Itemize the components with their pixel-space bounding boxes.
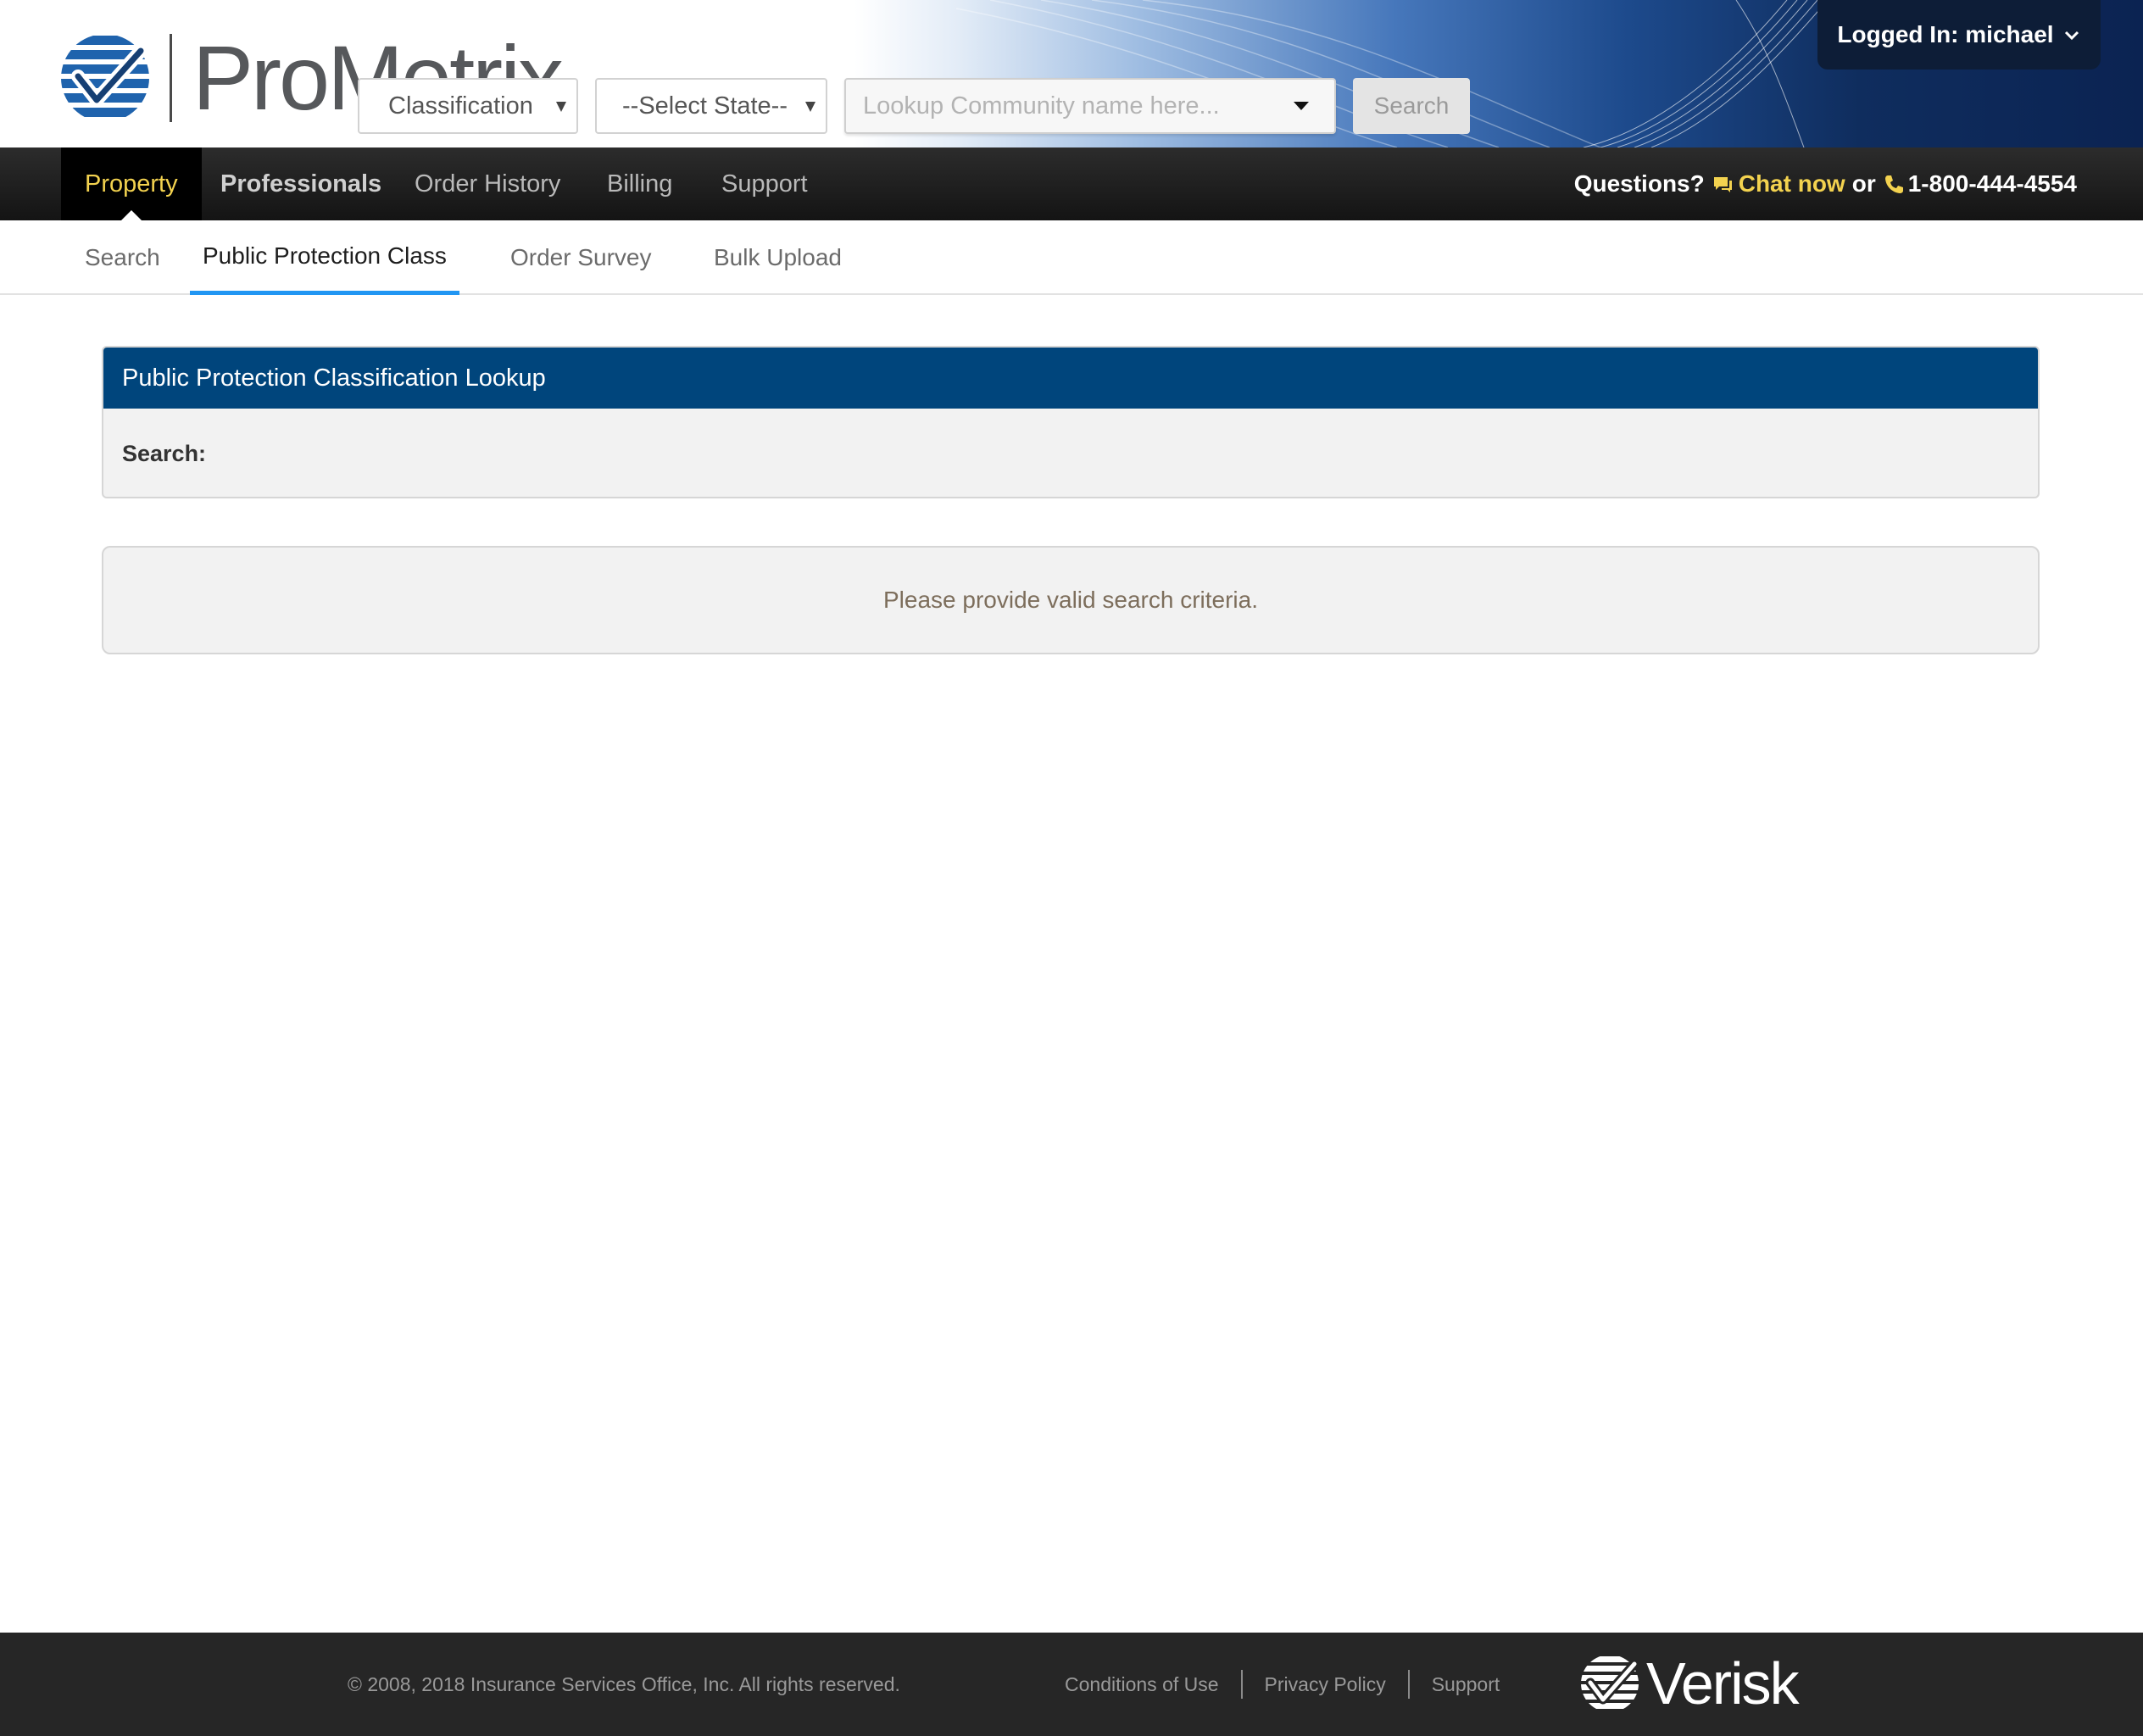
user-menu-button[interactable]: Logged In: michael [1817,0,2101,70]
verisk-brand-name: Verisk [1646,1650,1800,1717]
verisk-logo[interactable]: Verisk [1578,1650,1800,1717]
tab-label: Order Survey [510,244,652,270]
dropdown-arrow-icon [556,102,566,112]
footer-links: Conditions of Use Privacy Policy Support [1065,1633,1500,1736]
tab-bulk-upload[interactable]: Bulk Upload [714,220,842,295]
nav-item-label: Support [721,170,808,198]
user-menu-label: Logged In: michael [1837,21,2054,47]
phone-number[interactable]: 1-800-444-4554 [1883,170,2077,198]
footer-link-support[interactable]: Support [1432,1673,1500,1696]
nav-item-label: Property [85,170,178,198]
footer-divider [1240,1670,1243,1699]
tab-label: Search [85,244,160,270]
tab-order-survey[interactable]: Order Survey [510,220,652,295]
nav-item-support[interactable]: Support [721,147,808,220]
search-label: Search: [122,440,207,466]
validation-message: Please provide valid search criteria. [102,546,2040,654]
tab-label: Public Protection Class [203,242,447,269]
nav-item-order-history[interactable]: Order History [415,147,560,220]
nav-item-professionals[interactable]: Professionals [220,147,381,220]
copyright-text: © 2008, 2018 Insurance Services Office, … [348,1672,900,1695]
tab-public-protection-class[interactable]: Public Protection Class [190,220,459,295]
sub-nav: Search Public Protection Class Order Sur… [0,220,2143,295]
classification-select-value: Classification [388,92,533,120]
nav-item-property[interactable]: Property [61,147,202,220]
search-button[interactable]: Search [1353,78,1470,134]
footer-link-privacy[interactable]: Privacy Policy [1265,1673,1386,1696]
panel-body: Search: [103,409,2038,497]
nav-item-label: Professionals [220,170,382,198]
phone-label: 1-800-444-4554 [1907,170,2077,197]
caret-down-icon[interactable] [1294,102,1309,110]
logo-divider [170,34,172,122]
help-prefix: Questions? [1573,170,1705,197]
nav-item-label: Billing [607,170,673,198]
state-select[interactable]: --Select State-- [595,78,827,134]
help-connector: or [1851,170,1876,197]
tab-search[interactable]: Search [85,220,160,295]
phone-icon [1884,175,1903,193]
verisk-logo-icon [1581,1656,1639,1709]
panel-title: Public Protection Classification Lookup [103,348,2038,409]
nav-item-label: Order History [415,170,561,198]
site-footer: © 2008, 2018 Insurance Services Office, … [0,1633,2143,1736]
active-caret-icon [120,210,142,220]
validation-message-text: Please provide valid search criteria. [883,587,1258,613]
chat-now-label: Chat now [1738,170,1845,197]
community-placeholder: Lookup Community name here... [863,92,1220,120]
footer-link-conditions[interactable]: Conditions of Use [1065,1673,1219,1696]
community-search-combobox[interactable]: Lookup Community name here... [844,78,1336,134]
prometrix-logo-icon [61,34,149,122]
dropdown-arrow-icon [805,102,815,112]
help-contact: Questions? Chat now or 1-800-444-4554 [1574,147,2077,220]
footer-divider [1407,1670,1410,1699]
state-select-value: --Select State-- [622,92,788,120]
ppc-lookup-panel: Public Protection Classification Lookup … [102,346,2040,498]
chevron-down-icon [2064,31,2079,41]
chat-icon [1713,177,1732,192]
tab-label: Bulk Upload [714,244,842,270]
nav-item-billing[interactable]: Billing [607,147,672,220]
chat-now-link[interactable]: Chat now [1712,170,1845,198]
classification-select[interactable]: Classification [358,78,578,134]
